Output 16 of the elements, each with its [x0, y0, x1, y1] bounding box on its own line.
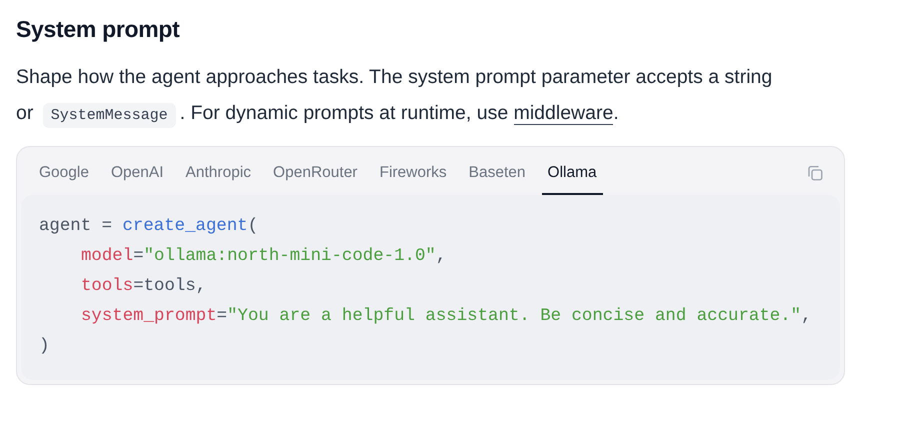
paragraph: Shape how the agent approaches tasks. The system prompt parameter accepts a string or SystemMessage . For dynamic prompts at runtime, use middleware.: [16, 58, 781, 134]
code-line: tools=tools,: [81, 276, 206, 298]
tab[interactable]: Google: [39, 150, 89, 195]
link[interactable]: middleware: [514, 102, 614, 124]
tab[interactable]: Anthropic: [186, 150, 252, 195]
inline-code: SystemMessage: [42, 102, 176, 128]
copy-icon[interactable]: [806, 164, 824, 182]
tab[interactable]: OpenRouter: [273, 150, 358, 195]
code-line: agent = create_agent(: [39, 216, 258, 238]
code-line: ): [39, 336, 50, 358]
tab[interactable]: Fireworks: [379, 150, 447, 195]
code-line: system_prompt="You are a helpful assistant. Be concise and accurate.",: [81, 306, 812, 328]
tab[interactable]: OpenAI: [110, 150, 164, 195]
code-line: model="ollama:north-mini-code-1.0",: [81, 246, 446, 268]
tab[interactable]: Baseten: [468, 150, 526, 195]
section-heading: System prompt: [16, 15, 181, 44]
